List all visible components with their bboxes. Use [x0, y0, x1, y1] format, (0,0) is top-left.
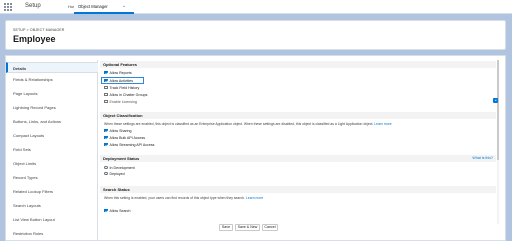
enable-licensing-checkbox[interactable]: [104, 99, 108, 104]
save-and-new-button[interactable]: Save & New: [235, 224, 260, 231]
scroll-side-icon[interactable]: ◂: [493, 98, 498, 103]
tab-object-manager[interactable]: Object Manager ⌄: [74, 0, 134, 14]
search-status-description: When this setting is enabled, your users…: [104, 196, 263, 200]
object-classification-text: When these settings are enabled, this ob…: [104, 122, 374, 126]
allow-search-checkbox[interactable]: [104, 208, 108, 213]
object-classification-description: When these settings are enabled, this ob…: [104, 122, 392, 126]
what-is-this-link[interactable]: What is this?: [472, 155, 493, 162]
allow-activities-checkbox[interactable]: [104, 78, 108, 83]
object-sidebar: Details Fields & Relationships Page Layo…: [6, 60, 98, 241]
allow-sharing-checkbox[interactable]: [104, 128, 108, 133]
deployed-radio[interactable]: [104, 171, 108, 176]
allow-streaming-api-label: Allow Streaming API Access: [109, 142, 155, 147]
allow-activities-option[interactable]: Allow Activities: [104, 78, 133, 83]
sidebar-item-fields-relationships[interactable]: Fields & Relationships: [6, 74, 98, 85]
content-scrollbar-thumb[interactable]: [497, 60, 499, 160]
sidebar-item-compact-layouts[interactable]: Compact Layouts: [6, 130, 98, 141]
allow-search-label: Allow Search: [109, 208, 131, 213]
top-navigation-bar: Setup Home Object Manager ⌄: [0, 0, 512, 14]
deployment-status-title: Deployment Status: [103, 156, 140, 161]
object-classification-learn-more-link[interactable]: Learn more: [374, 122, 391, 126]
track-field-history-label: Track Field History: [109, 85, 140, 90]
tab-object-manager-label: Object Manager: [78, 4, 108, 9]
allow-bulk-api-label: Allow Bulk API Access: [109, 135, 146, 140]
sidebar-item-page-layouts[interactable]: Page Layouts: [6, 88, 98, 99]
allow-chatter-groups-label: Allow in Chatter Groups: [109, 92, 148, 97]
allow-reports-option[interactable]: Allow Reports: [104, 70, 132, 75]
in-development-radio[interactable]: [104, 165, 108, 170]
allow-chatter-groups-checkbox[interactable]: [104, 92, 108, 97]
save-button[interactable]: Save: [219, 224, 233, 231]
allow-bulk-api-option[interactable]: Allow Bulk API Access: [104, 135, 145, 140]
search-status-title: Search Status: [103, 187, 130, 192]
optional-features-title: Optional Features: [103, 62, 138, 67]
in-development-label: In Development: [109, 165, 135, 170]
sidebar-item-object-limits[interactable]: Object Limits: [6, 158, 98, 169]
sidebar-item-record-types[interactable]: Record Types: [6, 172, 98, 183]
search-status-heading: Search Status: [100, 186, 496, 193]
allow-sharing-label: Allow Sharing: [109, 128, 132, 133]
sidebar-item-search-layouts[interactable]: Search Layouts: [6, 200, 98, 211]
object-classification-heading: Object Classification: [100, 112, 496, 119]
sidebar-item-field-sets[interactable]: Field Sets: [6, 144, 98, 155]
main-panel: Details Fields & Relationships Page Layo…: [5, 55, 506, 241]
allow-chatter-groups-option[interactable]: Allow in Chatter Groups: [104, 92, 147, 97]
page-title: Employee: [13, 34, 56, 44]
enable-licensing-option[interactable]: Enable Licensing: [104, 99, 137, 104]
allow-sharing-option[interactable]: Allow Sharing: [104, 128, 131, 133]
deployed-option[interactable]: Deployed: [104, 171, 125, 176]
sidebar-item-list-view-button-layout[interactable]: List View Button Layout: [6, 214, 98, 225]
track-field-history-checkbox[interactable]: [104, 85, 108, 90]
allow-reports-checkbox[interactable]: [104, 70, 108, 75]
cancel-button[interactable]: Cancel: [262, 224, 278, 231]
allow-streaming-api-option[interactable]: Allow Streaming API Access: [104, 142, 154, 147]
search-status-text: When this setting is enabled, your users…: [104, 196, 245, 200]
app-launcher-icon[interactable]: [4, 3, 12, 11]
enable-licensing-label: Enable Licensing: [109, 99, 137, 104]
sidebar-item-lightning-record-pages[interactable]: Lightning Record Pages: [6, 102, 98, 113]
track-field-history-option[interactable]: Track Field History: [104, 85, 139, 90]
allow-reports-label: Allow Reports: [109, 70, 132, 75]
allow-streaming-api-checkbox[interactable]: [104, 142, 108, 147]
object-classification-title: Object Classification: [103, 113, 143, 118]
deployed-label: Deployed: [109, 171, 125, 176]
search-status-learn-more-link[interactable]: Learn more: [246, 196, 263, 200]
optional-features-heading: Optional Features: [100, 61, 496, 68]
allow-search-option[interactable]: Allow Search: [104, 208, 130, 213]
sidebar-item-related-lookup-filters[interactable]: Related Lookup Filters: [6, 186, 98, 197]
sidebar-item-buttons-links-actions[interactable]: Buttons, Links, and Actions: [6, 116, 98, 127]
in-development-option[interactable]: In Development: [104, 165, 135, 170]
deployment-status-heading: Deployment Status What is this?: [100, 155, 496, 162]
app-name: Setup: [25, 3, 41, 9]
page-header: SETUP > OBJECT MANAGER Employee: [5, 20, 506, 50]
breadcrumb[interactable]: SETUP > OBJECT MANAGER: [13, 28, 65, 32]
allow-activities-label: Allow Activities: [109, 78, 134, 83]
sidebar-item-details[interactable]: Details: [6, 62, 98, 73]
chevron-down-icon[interactable]: ⌄: [122, 3, 126, 9]
allow-bulk-api-checkbox[interactable]: [104, 135, 108, 140]
sidebar-item-restriction-rules[interactable]: Restriction Rules: [6, 228, 98, 239]
